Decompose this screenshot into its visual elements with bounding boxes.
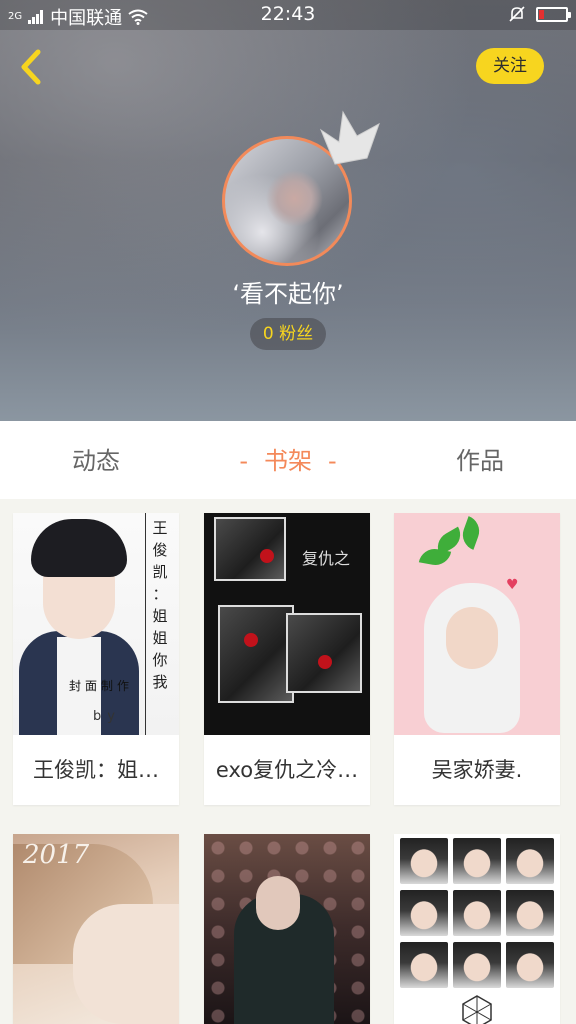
tab-label: 作品: [456, 447, 504, 475]
tab-bookshelf[interactable]: - 书架 -: [192, 421, 384, 499]
tab-label: 动态: [72, 447, 120, 475]
tab-works[interactable]: 作品: [384, 421, 576, 499]
book-cover: ♥: [394, 513, 560, 735]
book-card[interactable]: 2017: [13, 834, 179, 1024]
bookshelf-grid: 王 俊 凯 ： 姐 姐 你 我 封面制作 by 王俊凯：姐… 复仇之 exo复仇…: [0, 499, 576, 1024]
cover-title: 复仇之: [302, 549, 351, 568]
crown-icon: [319, 110, 380, 165]
profile-header: 2G 中国联通 22:43 关注 ‘看不起你’ 0 粉丝: [0, 0, 576, 421]
book-cover: 王 俊 凯 ： 姐 姐 你 我 封面制作 by: [13, 513, 179, 735]
tab-bar: 动态 - 书架 - 作品: [0, 421, 576, 499]
book-cover: 复仇之: [204, 513, 370, 735]
clock: 22:43: [260, 3, 316, 25]
book-title: 吴家娇妻.: [431, 758, 523, 782]
follow-button[interactable]: 关注: [476, 48, 544, 84]
book-card[interactable]: ♥ 吴家娇妻.: [394, 513, 560, 805]
back-button[interactable]: [14, 46, 50, 88]
exo-logo-icon: [462, 995, 492, 1024]
tab-active-indicator-left: -: [239, 447, 248, 475]
book-card[interactable]: [394, 834, 560, 1024]
heart-icon: ♥: [506, 577, 519, 593]
fans-count[interactable]: 0 粉丝: [250, 318, 326, 350]
tab-active-indicator-right: -: [328, 447, 337, 475]
cover-year: 2017: [23, 840, 90, 870]
book-cover: [394, 834, 560, 1024]
book-card[interactable]: 复仇之 exo复仇之冷…: [204, 513, 370, 805]
cover-vertical-text: 王 俊 凯 ： 姐 姐 你 我: [152, 519, 168, 691]
status-bar: 2G 中国联通 22:43: [0, 0, 576, 30]
book-card[interactable]: [204, 834, 370, 1024]
tab-label: 书架: [264, 447, 312, 475]
book-title: 王俊凯：姐…: [33, 758, 159, 782]
status-right: [508, 5, 571, 23]
cover-by: by: [93, 709, 121, 724]
cover-caption: 封面制作: [69, 679, 134, 693]
nickname: ‘看不起你’: [232, 280, 344, 308]
book-cover: [204, 834, 370, 1024]
battery-low-icon: [536, 6, 571, 22]
tab-dynamics[interactable]: 动态: [0, 421, 192, 499]
bell-off-icon: [509, 6, 525, 22]
book-cover: 2017: [13, 834, 179, 1024]
book-title: exo复仇之冷…: [215, 758, 359, 782]
book-card[interactable]: 王 俊 凯 ： 姐 姐 你 我 封面制作 by 王俊凯：姐…: [13, 513, 179, 805]
